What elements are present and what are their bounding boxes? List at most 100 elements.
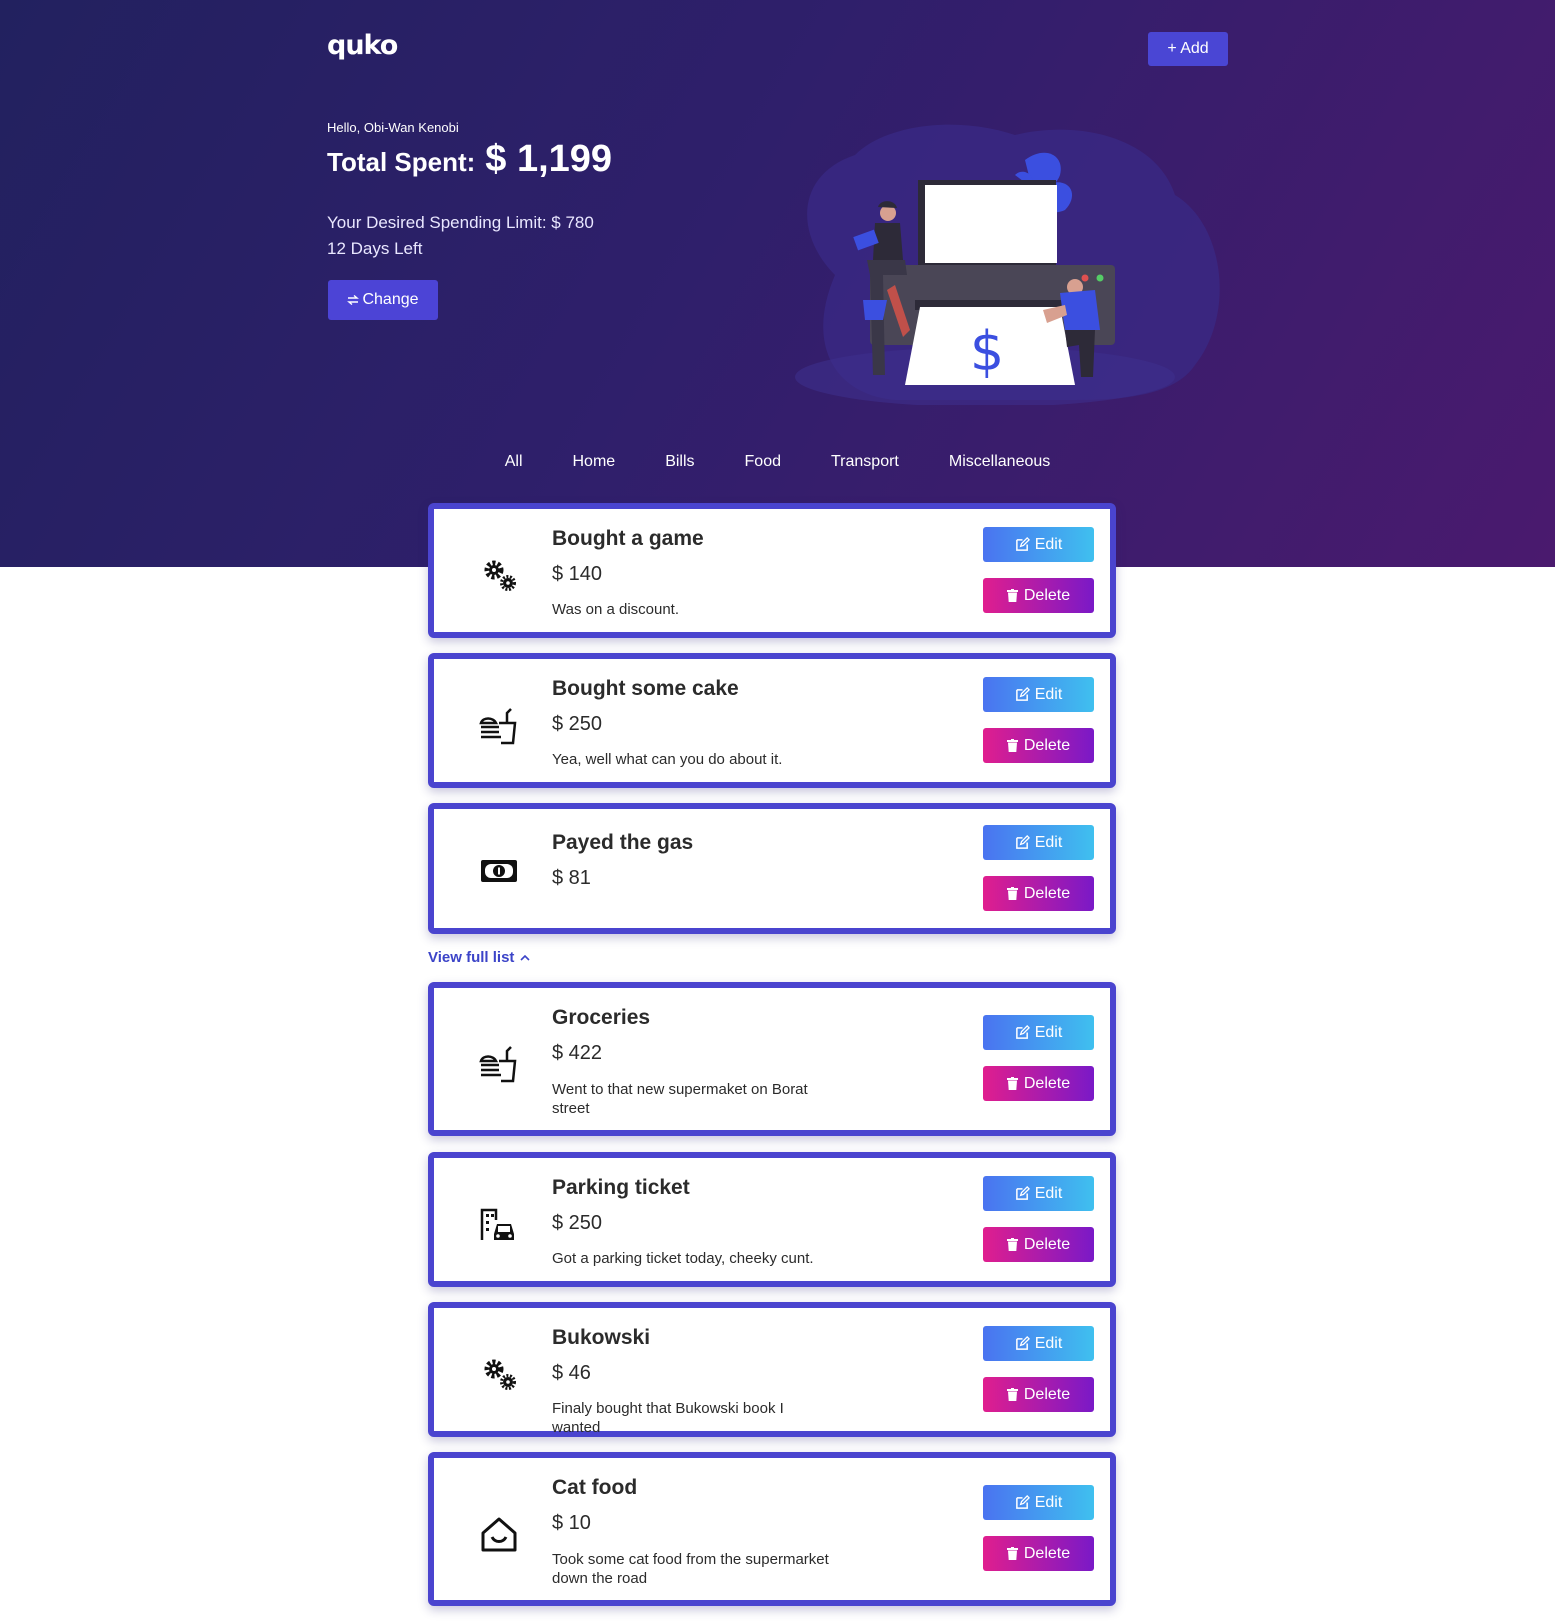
- change-limit-label: Change: [362, 291, 419, 308]
- money-bill-icon: [481, 860, 517, 882]
- edit-button[interactable]: Edit: [983, 1176, 1094, 1211]
- edit-icon: [1015, 1495, 1030, 1509]
- tab-all[interactable]: All: [480, 453, 548, 471]
- delete-label: Delete: [1023, 586, 1071, 604]
- edit-label: Edit: [1034, 1023, 1063, 1041]
- delete-button[interactable]: Delete: [983, 876, 1094, 911]
- tab-home[interactable]: Home: [548, 453, 641, 471]
- spending-limit-text: Your Desired Spending Limit: $ 780: [327, 213, 594, 232]
- total-spent-value: $ 1,199: [485, 138, 613, 180]
- delete-button[interactable]: Delete: [983, 1227, 1094, 1262]
- tab-miscellaneous[interactable]: Miscellaneous: [924, 453, 1075, 471]
- delete-label: Delete: [1023, 1385, 1071, 1403]
- expense-card: Bought some cake $ 250 Yea, well what ca…: [428, 653, 1116, 788]
- expense-amount: $ 422: [552, 1042, 603, 1064]
- expense-description: Finaly bought that Bukowski book I wante…: [552, 1400, 784, 1436]
- trash-icon: [1006, 887, 1018, 900]
- printer-money-illustration: $: [795, 124, 1220, 405]
- total-spent-label: Total Spent:: [327, 147, 476, 177]
- food-icon: [479, 708, 517, 745]
- add-expense-button[interactable]: + Add: [1148, 32, 1228, 66]
- expense-card: Bukowski $ 46 Finaly bought that Bukowsk…: [428, 1302, 1116, 1437]
- expense-amount: $ 250: [552, 713, 603, 735]
- gears-icon: [484, 1359, 516, 1390]
- edit-label: Edit: [1034, 1334, 1063, 1352]
- edit-button[interactable]: Edit: [983, 527, 1094, 562]
- expense-card: Payed the gas $ 81 Edit Delete: [428, 803, 1116, 934]
- illustration-dollar-sign: $: [970, 320, 1004, 383]
- edit-button[interactable]: Edit: [983, 677, 1094, 712]
- home-icon: [481, 1517, 517, 1552]
- greeting: Hello, Obi-Wan Kenobi: [327, 120, 459, 135]
- edit-icon: [1015, 687, 1030, 701]
- expense-title: Groceries: [552, 1006, 651, 1029]
- expense-title: Cat food: [552, 1476, 638, 1499]
- expense-description: Yea, well what can you do about it.: [552, 751, 783, 768]
- trash-icon: [1006, 1388, 1018, 1401]
- trash-icon: [1006, 739, 1018, 752]
- days-left-text: 12 Days Left: [327, 239, 423, 258]
- expense-title: Payed the gas: [552, 831, 694, 854]
- gears-icon: [484, 560, 516, 591]
- edit-label: Edit: [1034, 1184, 1063, 1202]
- expense-title: Bought a game: [552, 527, 704, 550]
- delete-label: Delete: [1023, 884, 1071, 902]
- change-limit-button[interactable]: Change: [328, 280, 438, 320]
- delete-label: Delete: [1023, 1235, 1071, 1253]
- expense-card: Bought a game $ 140 Was on a discount. E…: [428, 503, 1116, 638]
- expense-card: Groceries $ 422 Went to that new superma…: [428, 982, 1116, 1136]
- edit-label: Edit: [1034, 1493, 1063, 1511]
- trash-icon: [1006, 1547, 1018, 1560]
- expense-card: Cat food $ 10 Took some cat food from th…: [428, 1452, 1116, 1606]
- spending-limit-info: Your Desired Spending Limit: $ 780 12 Da…: [327, 210, 594, 262]
- category-tabs: All Home Bills Food Transport Miscellane…: [0, 453, 1555, 471]
- tab-food[interactable]: Food: [720, 453, 806, 471]
- view-full-list-label: View full list: [428, 949, 515, 966]
- expense-amount: $ 10: [552, 1512, 591, 1534]
- view-full-list-link[interactable]: View full list: [428, 949, 530, 966]
- expense-description: Was on a discount.: [552, 601, 680, 618]
- edit-icon: [1015, 835, 1030, 849]
- expense-description: Went to that new supermaket on Borat str…: [552, 1081, 808, 1117]
- delete-label: Delete: [1023, 736, 1071, 754]
- delete-button[interactable]: Delete: [983, 1066, 1094, 1101]
- delete-button[interactable]: Delete: [983, 578, 1094, 613]
- edit-label: Edit: [1034, 535, 1063, 553]
- expense-amount: $ 140: [552, 563, 603, 585]
- expense-title: Bought some cake: [552, 677, 739, 700]
- car-building-icon: [480, 1208, 514, 1240]
- trash-icon: [1006, 1238, 1018, 1251]
- edit-label: Edit: [1034, 833, 1063, 851]
- edit-icon: [1015, 537, 1030, 551]
- expense-card: Parking ticket $ 250 Got a parking ticke…: [428, 1152, 1116, 1287]
- chevron-up-icon: [520, 954, 530, 961]
- edit-icon: [1015, 1186, 1030, 1200]
- edit-icon: [1015, 1025, 1030, 1039]
- app-logo[interactable]: quko: [327, 30, 398, 61]
- delete-button[interactable]: Delete: [983, 1536, 1094, 1571]
- edit-button[interactable]: Edit: [983, 1326, 1094, 1361]
- expense-amount: $ 81: [552, 867, 591, 889]
- total-spent: Total Spent: $ 1,199: [327, 138, 612, 181]
- edit-label: Edit: [1034, 685, 1063, 703]
- expense-title: Bukowski: [552, 1326, 651, 1349]
- edit-button[interactable]: Edit: [983, 1485, 1094, 1520]
- edit-icon: [1015, 1336, 1030, 1350]
- swap-icon: [347, 295, 360, 305]
- expense-description: Got a parking ticket today, cheeky cunt.: [552, 1250, 814, 1267]
- tab-transport[interactable]: Transport: [806, 453, 924, 471]
- expense-title: Parking ticket: [552, 1176, 690, 1199]
- trash-icon: [1006, 1077, 1018, 1090]
- delete-button[interactable]: Delete: [983, 1377, 1094, 1412]
- expense-amount: $ 46: [552, 1362, 591, 1384]
- expense-amount: $ 250: [552, 1212, 603, 1234]
- tab-bills[interactable]: Bills: [640, 453, 719, 471]
- food-icon: [479, 1046, 517, 1083]
- delete-label: Delete: [1023, 1074, 1071, 1092]
- edit-button[interactable]: Edit: [983, 1015, 1094, 1050]
- edit-button[interactable]: Edit: [983, 825, 1094, 860]
- delete-button[interactable]: Delete: [983, 728, 1094, 763]
- delete-label: Delete: [1023, 1544, 1071, 1562]
- expense-description: Took some cat food from the supermarket …: [552, 1551, 829, 1587]
- trash-icon: [1006, 589, 1018, 602]
